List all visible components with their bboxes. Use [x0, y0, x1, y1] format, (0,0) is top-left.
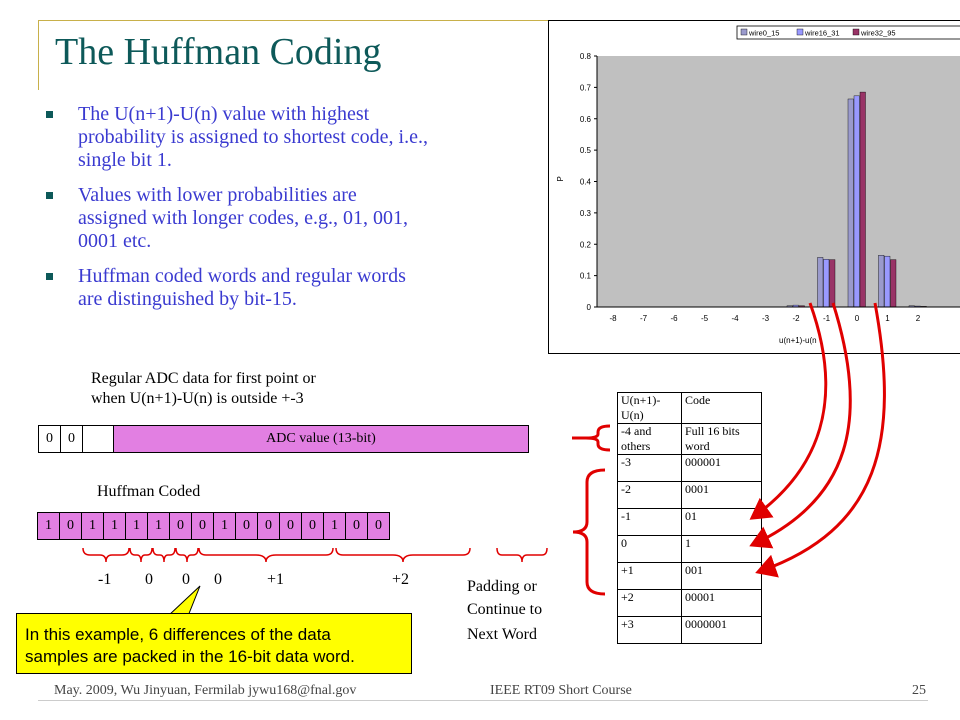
brace-plus1 [198, 547, 334, 563]
note-pointer [166, 585, 201, 617]
bar-to-table-arrows [749, 302, 886, 578]
footer-course: IEEE RT09 Short Course [490, 683, 632, 698]
brace-0c [175, 547, 199, 563]
arrow-zero [749, 302, 852, 549]
annotation-overlay [82, 302, 886, 617]
footer-author: May. 2009, Wu Jinyuan, Fermilab jywu168@… [54, 683, 357, 698]
brace-regular [585, 424, 611, 452]
arrow-minus1 [749, 302, 828, 520]
brace-padding [496, 547, 548, 563]
brace-0a [129, 547, 153, 563]
footer-page-number: 25 [912, 683, 926, 698]
note-line2: samples are packed in the 16-bit data wo… [25, 647, 355, 666]
brace-minus1 [82, 547, 130, 563]
brace-plus2 [335, 547, 471, 563]
brace-0b [152, 547, 176, 563]
brace-huffman [572, 468, 606, 596]
footer-rule [38, 700, 928, 701]
table-braces [572, 424, 611, 596]
example-note: In this example, 6 differences of the da… [16, 613, 412, 674]
note-line1: In this example, 6 differences of the da… [25, 625, 331, 644]
bit-group-braces [82, 547, 548, 563]
